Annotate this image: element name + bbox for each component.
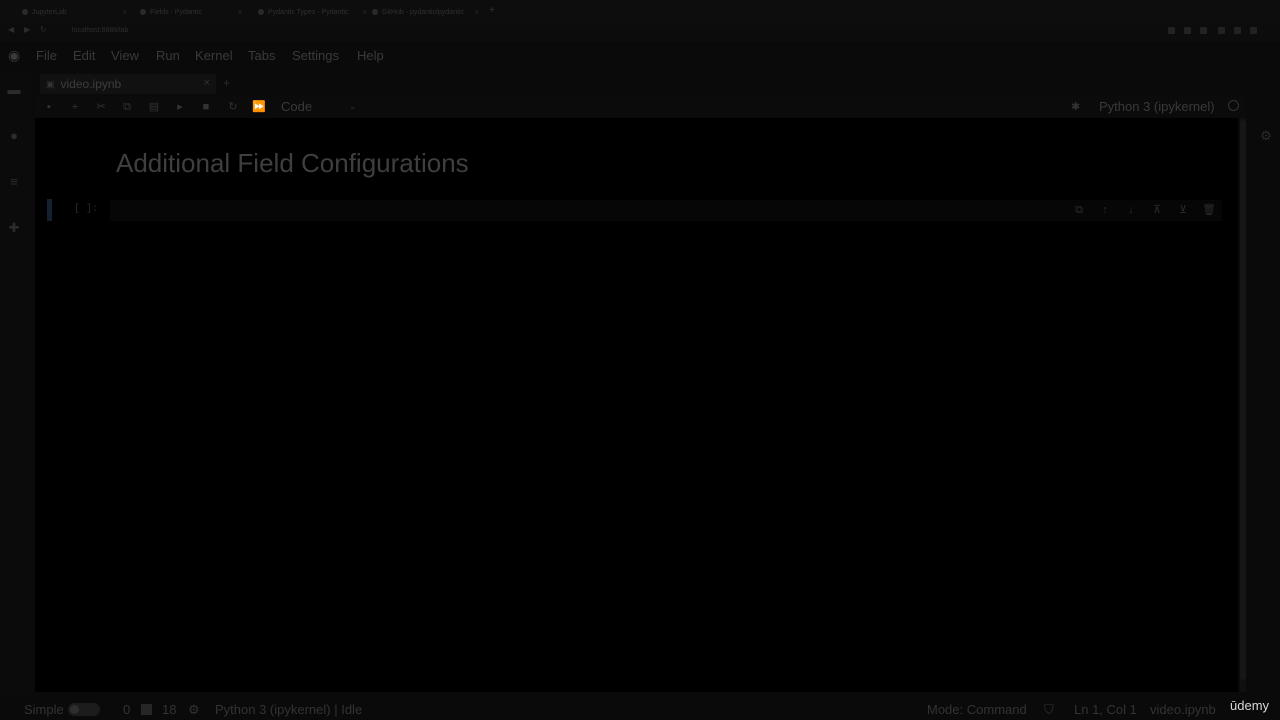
jupyter-logo-icon: ◉ xyxy=(8,47,21,63)
paste-icon[interactable]: ▤ xyxy=(147,100,161,114)
running-icon[interactable]: ● xyxy=(6,128,22,144)
new-launcher-button[interactable]: + xyxy=(223,76,230,90)
kernels-count: 18 xyxy=(162,702,177,717)
browser-tab-types[interactable]: Pydantic Types - Pydantic × xyxy=(252,4,373,20)
document-tab-bar xyxy=(35,72,1245,96)
folder-icon[interactable]: ▬ xyxy=(6,82,22,98)
extension-icon[interactable] xyxy=(1218,27,1225,34)
code-cell-editor[interactable] xyxy=(110,200,1222,221)
forward-icon[interactable]: ▶ xyxy=(24,25,30,34)
stop-icon[interactable]: ■ xyxy=(199,100,213,114)
terminal-icon xyxy=(141,704,152,715)
profile-icon[interactable] xyxy=(1234,27,1241,34)
insert-above-icon[interactable]: ⊼ xyxy=(1150,203,1164,217)
add-cell-icon[interactable]: + xyxy=(68,100,82,114)
jupyter-favicon-icon xyxy=(22,9,28,15)
reload-icon[interactable]: ↻ xyxy=(40,25,47,34)
back-icon[interactable]: ◀ xyxy=(8,25,14,34)
toggle-knob xyxy=(70,705,79,714)
debugger-icon[interactable]: ✱ xyxy=(1071,100,1080,113)
close-icon[interactable]: × xyxy=(204,77,210,89)
browser-tab-fields[interactable]: Fields - Pydantic × xyxy=(134,4,248,20)
extension-icon[interactable] xyxy=(1184,27,1191,34)
terminals-count: 0 xyxy=(123,702,131,717)
property-inspector-icon[interactable]: ⚙ xyxy=(1258,128,1274,144)
restart-run-all-icon[interactable]: ⏩ xyxy=(252,100,266,114)
restart-icon[interactable]: ↻ xyxy=(226,100,240,114)
kernel-gear-icon: ⚙ xyxy=(188,702,200,717)
duplicate-cell-icon[interactable]: ⧉ xyxy=(1072,203,1086,217)
close-icon[interactable]: × xyxy=(123,8,128,17)
shield-icon: ⛉ xyxy=(1044,702,1054,717)
notebook-toolbar xyxy=(35,96,1245,118)
scrollbar-thumb[interactable] xyxy=(1240,120,1246,680)
menu-icon[interactable] xyxy=(1250,27,1257,34)
document-tab[interactable]: ▣ video.ipynb × xyxy=(40,74,216,94)
browser-tab-title: JupyterLab xyxy=(32,8,67,16)
browser-tab-github[interactable]: GitHub - pydantic/pydantic × xyxy=(366,4,485,20)
extension-icon[interactable] xyxy=(1168,27,1175,34)
cell-collapser[interactable] xyxy=(47,199,52,221)
menu-edit[interactable]: Edit xyxy=(73,48,95,63)
menu-kernel[interactable]: Kernel xyxy=(195,48,233,63)
close-icon[interactable]: × xyxy=(238,8,243,17)
move-down-icon[interactable]: ↓ xyxy=(1124,203,1138,217)
document-tab-title: video.ipynb xyxy=(60,77,122,91)
kernel-name-button[interactable]: Python 3 (ipykernel) xyxy=(1099,99,1215,114)
chevron-down-icon[interactable]: ⌄ xyxy=(349,101,357,112)
insert-below-icon[interactable]: ⊻ xyxy=(1176,203,1190,217)
menu-run[interactable]: Run xyxy=(156,48,180,63)
status-filename: video.ipynb xyxy=(1150,702,1216,717)
mode-indicator: Mode: Command xyxy=(927,702,1027,717)
browser-tab-jupyterlab[interactable]: JupyterLab × xyxy=(16,4,133,20)
kernel-status-text[interactable]: Python 3 (ipykernel) | Idle xyxy=(215,702,362,717)
notebook-icon: ▣ xyxy=(46,78,55,89)
browser-tab-title: GitHub - pydantic/pydantic xyxy=(382,8,465,16)
browser-tab-title: Fields - Pydantic xyxy=(150,8,202,16)
pydantic-favicon-icon xyxy=(140,9,146,15)
menu-file[interactable]: File xyxy=(36,48,57,63)
menu-help[interactable]: Help xyxy=(357,48,384,63)
toc-icon[interactable]: ≡ xyxy=(6,174,22,190)
pydantic-favicon-icon xyxy=(258,9,264,15)
menu-view[interactable]: View xyxy=(111,48,139,63)
url-text[interactable]: localhost:8888/lab xyxy=(72,27,128,34)
browser-tab-title: Pydantic Types - Pydantic xyxy=(268,8,349,16)
udemy-watermark: ūdemy xyxy=(1230,698,1270,713)
github-favicon-icon xyxy=(372,9,378,15)
simple-mode-label: Simple xyxy=(24,702,64,717)
cell-input-prompt: [ ]: xyxy=(74,204,99,215)
menu-settings[interactable]: Settings xyxy=(292,48,339,63)
menu-tabs[interactable]: Tabs xyxy=(248,48,275,63)
markdown-heading: Additional Field Configurations xyxy=(116,148,469,178)
save-icon[interactable]: ▪ xyxy=(42,100,56,114)
new-browser-tab-button[interactable]: + xyxy=(489,5,495,16)
simple-mode-toggle[interactable] xyxy=(68,703,100,716)
extension-icon[interactable] xyxy=(1200,27,1207,34)
left-sidebar xyxy=(0,70,30,698)
extension-icon[interactable]: ✚ xyxy=(6,220,22,236)
kernel-status-icon xyxy=(1228,100,1239,111)
move-up-icon[interactable]: ↑ xyxy=(1098,203,1112,217)
delete-cell-icon[interactable]: 🗑 xyxy=(1202,203,1216,217)
cut-icon[interactable]: ✂ xyxy=(94,100,108,114)
menu-bar xyxy=(0,42,1280,70)
cursor-position[interactable]: Ln 1, Col 1 xyxy=(1074,702,1137,717)
cell-type-select[interactable]: Code xyxy=(281,99,312,114)
browser-address-bar xyxy=(0,22,1280,42)
run-icon[interactable]: ▸ xyxy=(173,100,187,114)
copy-icon[interactable]: ⧉ xyxy=(120,100,134,114)
close-icon[interactable]: × xyxy=(474,8,479,17)
